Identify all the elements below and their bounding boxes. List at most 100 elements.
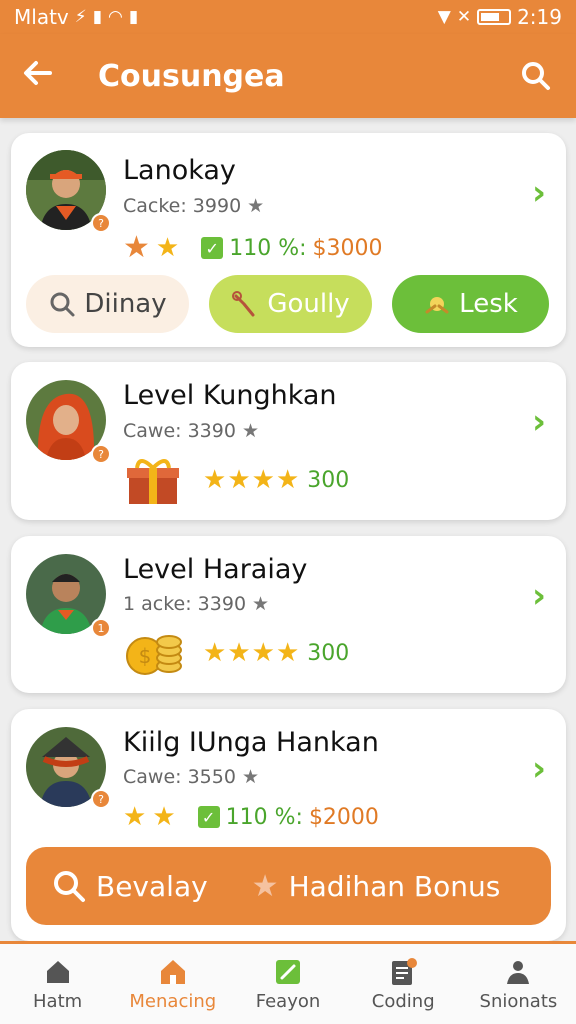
status-bar: Mlatv ⚡ ▮ ◠ ▮ ▼ ✕ 2:19 (0, 0, 576, 34)
level-card[interactable]: ? Level Kunghkan Cawe: 3390 ★ › ★ ★ ★ ★ … (11, 362, 566, 520)
star-gold-icon: ★ (275, 465, 300, 495)
document-icon (388, 957, 418, 987)
signal-icon: ▮ (92, 7, 103, 27)
bonus-action-button[interactable]: Bevalay ★ Hadihan Bonus (26, 847, 551, 925)
status-time: 2:19 (517, 5, 562, 29)
chevron-right-icon[interactable]: › (532, 749, 546, 789)
house-icon (158, 957, 188, 987)
reward-points: 300 (307, 467, 350, 493)
level-badge: ? (91, 213, 111, 233)
wifi-strength-icon: ▼ (437, 7, 451, 27)
star-gold-icon: ★ (227, 465, 251, 495)
nav-label: Snionats (479, 990, 558, 1012)
star-gold-icon: ★ (275, 638, 300, 668)
rating-stars: ★ ★ ★ ★ (203, 467, 299, 493)
nav-label: Coding (371, 990, 435, 1012)
star-icon: ★ (241, 420, 259, 442)
search-pill-button[interactable]: Diinay (26, 275, 189, 333)
star-gold-icon: ★ (155, 233, 180, 263)
gear-icon (425, 297, 449, 314)
card-meta: Cawe: 3390 ★ (123, 420, 259, 442)
svg-text:$: $ (139, 644, 152, 668)
nav-item-hatm[interactable]: Hatm (0, 944, 115, 1024)
carrier-label: Mlatv (14, 5, 69, 29)
level-badge: ? (91, 789, 111, 809)
card-meta: Cawe: 3550 ★ (123, 766, 259, 788)
nav-item-coding[interactable]: Coding (346, 944, 461, 1024)
card-title: Level Kunghkan (123, 380, 337, 411)
amount-label: $2000 (308, 804, 379, 830)
star-orange-icon: ★ (123, 230, 150, 265)
card-meta-text: Cawe: 3390 (123, 420, 236, 442)
lesk-pill-label: Lesk (459, 289, 518, 319)
level-badge: 1 (91, 618, 111, 638)
star-gold-icon: ★ (227, 638, 251, 668)
rewards-row: ★ ★ ✓ 110 %: $2000 (123, 804, 379, 830)
card-meta-text: Cacke: 3990 (123, 195, 242, 217)
star-icon: ★ (247, 195, 265, 217)
nav-item-menacing[interactable]: Menacing (115, 944, 230, 1024)
nav-label: Hatm (33, 990, 83, 1012)
nav-item-snionats[interactable]: Snionats (461, 944, 576, 1024)
battery-icon (477, 9, 512, 25)
nav-item-feayon[interactable]: Feayon (230, 944, 345, 1024)
rewards-row: $ ★ ★ ★ ★ 300 (123, 626, 349, 680)
page-title: Cousungea (98, 58, 285, 94)
card-title: Kiilg IUnga Hankan (123, 727, 379, 758)
star-gold-icon: ★ (251, 465, 275, 495)
sim-icon: ⚡ (74, 7, 87, 27)
edit-icon (274, 957, 302, 987)
chevron-right-icon[interactable]: › (532, 173, 546, 213)
vibrate-icon: ✕ (456, 7, 472, 27)
signal-bars-icon: ▮ (128, 7, 139, 27)
tool-pill-label: Goully (267, 289, 350, 319)
back-arrow-icon[interactable] (20, 55, 68, 97)
star-gold-icon: ★ (152, 802, 176, 832)
card-actions: Diinay Goully Lesk (26, 275, 549, 333)
level-card[interactable]: ? Kiilg IUnga Hankan Cawe: 3550 ★ › ★ ★ … (11, 709, 566, 941)
nav-label: Feayon (255, 990, 321, 1012)
star-bonus-icon: ★ (251, 868, 279, 904)
nav-label: Menacing (129, 990, 217, 1012)
tool-pill-button[interactable]: Goully (209, 275, 372, 333)
level-card[interactable]: ? Lanokay Cacke: 3990 ★ › ★ ★ ✓ 110 %: $… (11, 133, 566, 347)
card-meta-text: 1 acke: 3390 (123, 593, 247, 615)
rewards-row: ★ ★ ★ ★ 300 (123, 454, 349, 506)
star-icon: ★ (252, 593, 270, 615)
search-pill-label: Diinay (84, 289, 167, 319)
percent-label: 110 %: (229, 235, 307, 261)
lesk-pill-button[interactable]: Lesk (392, 275, 549, 333)
rating-stars: ★ ★ ★ ★ (203, 640, 299, 666)
search-icon (50, 292, 75, 317)
card-meta-text: Cawe: 3550 (123, 766, 236, 788)
checkbox-icon: ✓ (201, 237, 224, 259)
app-bar: Cousungea (0, 34, 576, 118)
card-title: Level Haraiay (123, 554, 308, 585)
bonus-search-label: Bevalay (96, 869, 208, 903)
search-icon (54, 871, 85, 902)
people-icon (503, 957, 533, 987)
star-gold-icon: ★ (203, 638, 227, 668)
card-meta: Cacke: 3990 ★ (123, 195, 264, 217)
chevron-right-icon[interactable]: › (532, 402, 546, 442)
wifi-icon: ◠ (108, 7, 123, 27)
star-icon: ★ (241, 766, 259, 788)
bonus-label: Hadihan Bonus (288, 869, 501, 903)
checkbox-icon: ✓ (197, 806, 220, 828)
chevron-right-icon[interactable]: › (532, 576, 546, 616)
card-meta: 1 acke: 3390 ★ (123, 593, 269, 615)
percent-label: 110 %: (225, 804, 303, 830)
amount-label: $3000 (312, 235, 383, 261)
bottom-nav: Hatm Menacing Feayon Coding Snionats (0, 941, 576, 1024)
star-gold-icon: ★ (251, 638, 275, 668)
level-badge: ? (91, 444, 111, 464)
wrench-icon (232, 291, 255, 317)
level-card[interactable]: 1 Level Haraiay 1 acke: 3390 ★ › $ ★ ★ ★… (11, 536, 566, 693)
home-icon (44, 957, 72, 987)
gold-coins-icon: $ (126, 635, 182, 675)
gift-box-icon (127, 459, 179, 504)
star-gold-icon: ★ (203, 465, 227, 495)
search-icon[interactable] (516, 56, 556, 96)
reward-points: 300 (307, 640, 350, 666)
card-title: Lanokay (123, 155, 236, 186)
